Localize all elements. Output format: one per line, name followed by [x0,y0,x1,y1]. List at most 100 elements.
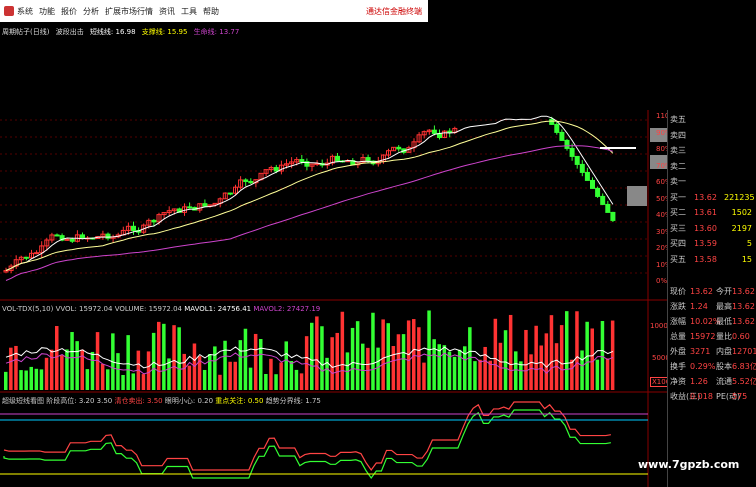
candle-body [23,256,29,259]
quote-panel: 卖五卖四卖三卖二卖一买一 13.62 221235 买二 13.61 1502 买三 13.6… [667,110,756,487]
quote-value-2: 0.60 [732,332,750,341]
volume-bar [4,371,8,390]
candle-body [248,180,254,184]
quote-row: 换手 0.29%股本6.83亿 [670,361,756,372]
candle-body [273,167,279,172]
volume-title-name: VOL-TDX(5,10) [2,305,54,313]
volume-bar [218,374,222,390]
volume-bar [570,359,574,390]
volume-bar [330,337,334,390]
indicator-name: 超级短线看图 [2,397,44,405]
volume-bar [534,325,538,390]
ma-life-line [5,145,614,281]
order-label: 卖二 [670,161,686,171]
quote-key: 净资 [670,377,686,386]
order-volume: 2197 [731,223,752,233]
quote-row: 净资 1.26 流通5.52亿 [670,376,756,387]
volume-bar [442,345,447,390]
buy-row[interactable]: 买四 13.59 5 [670,238,752,249]
volume-bar [310,322,314,390]
candle-body [569,147,575,157]
order-label: 买二 [670,208,686,217]
price-marker-block [627,186,647,206]
candle-body [299,159,305,163]
sell-row[interactable]: 卖五 [670,114,752,125]
order-label: 买三 [670,223,686,233]
quote-key: 涨幅 [670,317,686,326]
buy-row[interactable]: 买一 13.62 221235 [670,192,755,203]
volume-bar [361,343,365,390]
candle-body [559,131,565,141]
volume-mavol2: MAVOL2: 27427.19 [253,305,321,313]
candle-body [590,179,595,189]
volume-bar [493,318,498,390]
volume-bar [162,323,166,390]
quote-value: 0.29% [690,362,716,371]
quote-value: 3271 [690,347,711,356]
candle-body [227,192,233,195]
candle-body [64,238,70,241]
order-price: 13.59 [694,239,717,248]
volume-bar [565,311,569,390]
volume-bar [580,350,584,390]
percent-axis-label: 0% [656,277,668,285]
volume-bar [60,355,64,390]
sell-row[interactable]: 卖二 [670,161,752,172]
sell-row[interactable]: 卖三 [670,145,752,156]
quote-key-2: PE(动) [716,392,741,401]
volume-bar [488,360,492,390]
candle-body [396,146,402,150]
quote-value-2: 6.83亿 [732,362,756,371]
volume-bar [202,369,207,390]
indicator-title: 超级短线看图 阶段高位: 3.20 3.50 清仓卖出: 3.50 眼明小心: … [2,396,321,406]
buy-row[interactable]: 买三 13.60 2197 [670,223,752,234]
quote-value-2: 13.62 [732,317,755,326]
candle-body [151,219,157,223]
candle-body [34,252,40,255]
order-price: 13.58 [694,254,717,264]
order-volume: 5 [746,239,752,248]
candle-body [105,233,111,239]
volume-bar [315,316,319,390]
volume-volume: VOLUME: 15972.04 [114,305,182,313]
volume-bar [396,334,401,390]
volume-bar [177,327,181,390]
sell-row[interactable]: 卖四 [670,130,752,141]
ma-short-line [5,115,614,271]
volume-bar [524,329,528,390]
volume-bar [519,361,523,390]
volume-bar [498,342,503,390]
candle-body [202,203,208,207]
volume-bar [412,319,416,390]
volume-bar [44,357,49,390]
volume-bar [376,347,380,390]
quote-value: 0.018 [690,392,713,401]
candle-body [80,234,85,239]
volume-bar [49,349,54,390]
quote-row: 总量 15972量比0.60 [670,331,752,342]
quote-value-2: 12701 [732,347,756,356]
volume-bar [100,363,105,390]
quote-key-2: 最低 [716,317,732,326]
chart-canvas[interactable] [0,0,756,487]
volume-bar [575,311,579,390]
indicator-focus: 重点关注: 0.50 [215,397,264,405]
candle-body [431,129,437,134]
buy-row[interactable]: 买二 13.61 1502 [670,207,752,218]
volume-bar [243,328,248,390]
sell-row[interactable]: 卖一 [670,176,752,187]
candle-body [579,163,585,173]
volume-bar [284,341,288,390]
volume-bar [595,359,600,390]
order-price: 13.60 [694,223,717,233]
order-label: 买一 [670,192,686,202]
volume-bar [371,312,375,390]
candle-body [574,155,580,165]
volume-bar [233,361,237,390]
volume-bar [514,351,518,390]
indicator-careful: 眼明小心: 0.20 [164,397,214,405]
buy-row[interactable]: 买五 13.58 15 [670,254,752,265]
volume-bar [131,373,135,390]
volume-bar [208,354,212,390]
quote-key-2: 内盘 [716,347,732,356]
